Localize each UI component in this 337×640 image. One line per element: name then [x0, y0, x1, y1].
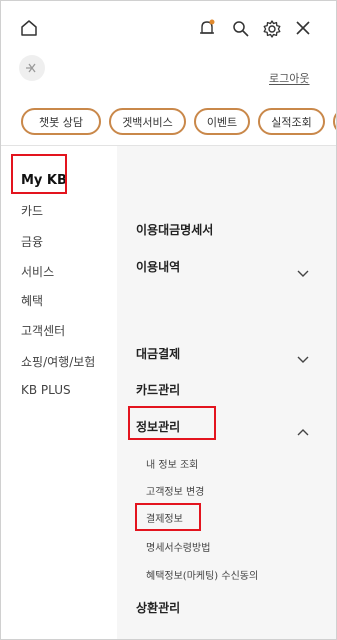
logout-link[interactable]: 로그아웃: [269, 70, 309, 86]
sidebar: My KB 카드 금융 서비스 혜택 고객센터 쇼핑/여행/보험 KB PLUS: [1, 146, 117, 639]
top-bar: [1, 1, 336, 57]
chip-getback[interactable]: 겟백서비스: [109, 108, 186, 135]
chevron-down-icon[interactable]: [297, 263, 309, 277]
submenu-my-info[interactable]: 내 정보 조회: [146, 456, 198, 471]
avatar[interactable]: [19, 55, 45, 81]
sidebar-item-service[interactable]: 서비스: [21, 263, 54, 280]
menu-repayment[interactable]: 상환관리: [136, 599, 180, 616]
submenu-customer-info-change[interactable]: 고객정보 변경: [146, 483, 204, 498]
menu-usage[interactable]: 이용내역: [136, 258, 180, 275]
app-frame: 로그아웃 챗봇 상담 겟백서비스 이벤트 실적조회 스 My KB 카드 금융 …: [0, 0, 337, 640]
chevron-down-icon[interactable]: [297, 349, 309, 363]
highlight-info-manage: [128, 406, 216, 440]
quick-chips: 챗봇 상담 겟백서비스 이벤트 실적조회 스: [21, 108, 336, 136]
sidebar-item-shopping[interactable]: 쇼핑/여행/보험: [21, 353, 95, 370]
home-icon[interactable]: [20, 19, 38, 37]
gear-icon[interactable]: [262, 19, 282, 39]
menu-statement[interactable]: 이용대금명세서: [136, 221, 213, 238]
close-icon[interactable]: [295, 20, 311, 36]
sidebar-item-customer-center[interactable]: 고객센터: [21, 322, 65, 339]
highlight-payment-info: [135, 503, 201, 531]
chip-more[interactable]: 스: [333, 108, 336, 135]
chip-event[interactable]: 이벤트: [194, 108, 250, 135]
sidebar-item-kbplus[interactable]: KB PLUS: [21, 383, 71, 397]
search-icon[interactable]: [231, 19, 251, 39]
sidebar-item-benefit[interactable]: 혜택: [21, 292, 43, 309]
sidebar-item-finance[interactable]: 금융: [21, 233, 43, 250]
menu-payment[interactable]: 대금결제: [136, 345, 180, 362]
sidebar-item-card[interactable]: 카드: [21, 202, 43, 219]
submenu-statement-receipt[interactable]: 명세서수령방법: [146, 539, 210, 554]
bell-icon[interactable]: [197, 18, 217, 38]
highlight-mykb: [11, 154, 67, 194]
chip-performance[interactable]: 실적조회: [258, 108, 325, 135]
submenu-marketing-consent[interactable]: 혜택정보(마케팅) 수신동의: [146, 567, 258, 582]
chevron-up-icon[interactable]: [297, 421, 309, 436]
kb-star-icon: [24, 59, 40, 78]
menu-card-manage[interactable]: 카드관리: [136, 381, 180, 398]
chip-chatbot[interactable]: 챗봇 상담: [21, 108, 101, 135]
